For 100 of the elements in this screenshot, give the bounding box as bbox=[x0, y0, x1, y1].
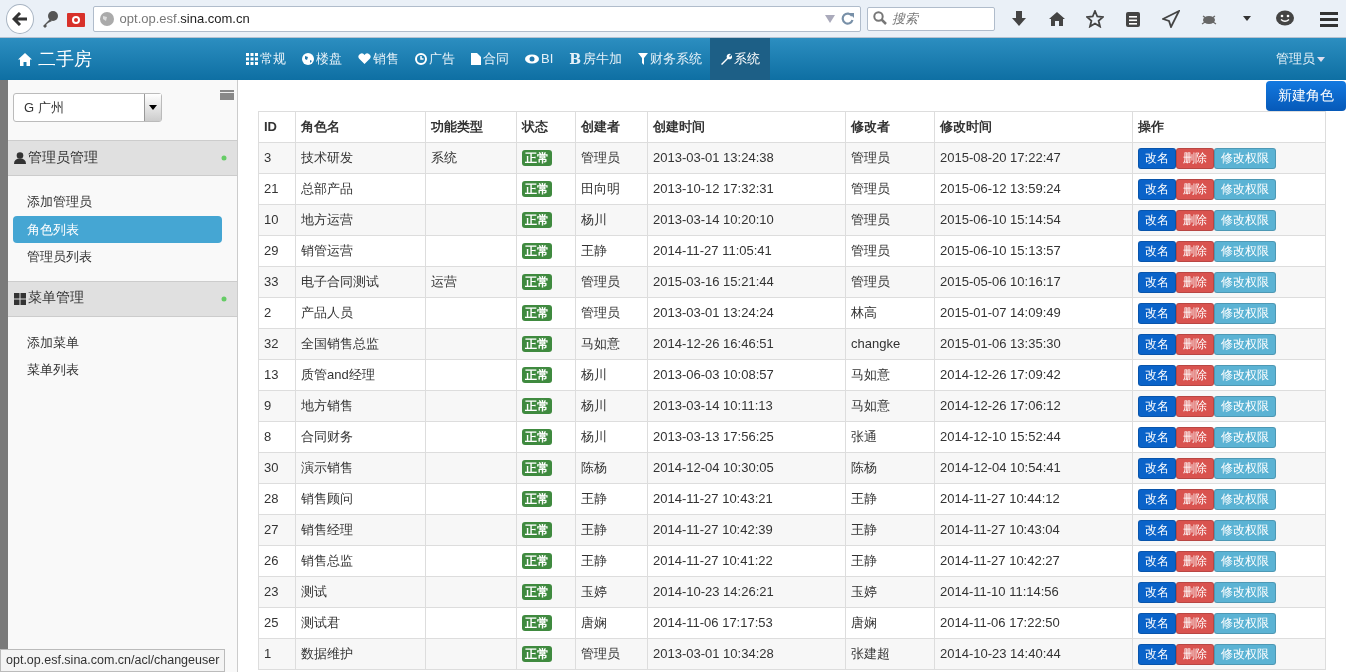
sidebar-item[interactable]: 添加菜单 bbox=[13, 328, 222, 356]
column-header: ID bbox=[258, 111, 296, 143]
rename-button[interactable]: 改名 bbox=[1138, 209, 1176, 231]
edit-permissions-button[interactable]: 修改权限 bbox=[1214, 209, 1276, 231]
city-select[interactable]: G 广州 bbox=[13, 93, 162, 122]
delete-button[interactable]: 删除 bbox=[1176, 209, 1214, 231]
column-header: 状态 bbox=[516, 111, 576, 143]
table-cell: 2015-06-12 13:59:24 bbox=[940, 181, 1061, 197]
rename-button[interactable]: 改名 bbox=[1138, 581, 1176, 603]
clipboard-list-icon bbox=[1124, 9, 1141, 28]
table-cell: 玉婷 bbox=[581, 584, 607, 600]
edit-permissions-button[interactable]: 修改权限 bbox=[1214, 643, 1276, 665]
nav-tab[interactable]: 常规 bbox=[238, 38, 294, 80]
address-bar[interactable]: opt.op.esf.sina.com.cn bbox=[92, 5, 861, 32]
status-badge: 正常 bbox=[522, 491, 552, 508]
bookmark-star-icon[interactable] bbox=[1083, 7, 1106, 30]
edit-permissions-button[interactable]: 修改权限 bbox=[1214, 519, 1276, 541]
search-field[interactable]: 搜索 bbox=[867, 6, 995, 31]
delete-button[interactable]: 删除 bbox=[1176, 519, 1214, 541]
rename-button[interactable]: 改名 bbox=[1138, 178, 1176, 200]
edit-permissions-button[interactable]: 修改权限 bbox=[1214, 581, 1276, 603]
rename-button[interactable]: 改名 bbox=[1138, 519, 1176, 541]
section-header[interactable]: 管理员管理 bbox=[8, 140, 237, 176]
user-menu[interactable]: 管理员 bbox=[1268, 38, 1333, 80]
sidebar-item[interactable]: 菜单列表 bbox=[13, 356, 222, 384]
download-arrow-icon bbox=[1010, 10, 1027, 27]
delete-button[interactable]: 删除 bbox=[1176, 612, 1214, 634]
table-cell: 2015-06-10 15:14:54 bbox=[940, 212, 1061, 228]
table-cell: 地方运营 bbox=[301, 212, 353, 228]
status-badge: 正常 bbox=[522, 367, 552, 384]
delete-button[interactable]: 删除 bbox=[1176, 271, 1214, 293]
delete-button[interactable]: 删除 bbox=[1176, 302, 1214, 324]
delete-button[interactable]: 删除 bbox=[1176, 364, 1214, 386]
rename-button[interactable]: 改名 bbox=[1138, 271, 1176, 293]
rename-button[interactable]: 改名 bbox=[1138, 426, 1176, 448]
nav-tab[interactable]: 楼盘 bbox=[294, 38, 350, 80]
edit-permissions-button[interactable]: 修改权限 bbox=[1214, 550, 1276, 572]
dropdown-triangle-icon bbox=[825, 14, 835, 23]
edit-permissions-button[interactable]: 修改权限 bbox=[1214, 178, 1276, 200]
delete-button[interactable]: 删除 bbox=[1176, 147, 1214, 169]
delete-button[interactable]: 删除 bbox=[1176, 178, 1214, 200]
rename-button[interactable]: 改名 bbox=[1138, 147, 1176, 169]
edit-permissions-button[interactable]: 修改权限 bbox=[1214, 488, 1276, 510]
rename-button[interactable]: 改名 bbox=[1138, 643, 1176, 665]
edit-permissions-button[interactable]: 修改权限 bbox=[1214, 240, 1276, 262]
delete-button[interactable]: 删除 bbox=[1176, 240, 1214, 262]
table-cell: 2014-12-04 10:54:41 bbox=[940, 460, 1061, 476]
edit-permissions-button[interactable]: 修改权限 bbox=[1214, 612, 1276, 634]
rename-button[interactable]: 改名 bbox=[1138, 395, 1176, 417]
edit-permissions-button[interactable]: 修改权限 bbox=[1214, 364, 1276, 386]
table-cell: 管理员 bbox=[851, 212, 890, 228]
sidebar-item[interactable]: 添加管理员 bbox=[13, 188, 222, 216]
edit-permissions-button[interactable]: 修改权限 bbox=[1214, 395, 1276, 417]
status-bar-url: opt.op.esf.sina.com.cn/acl/changeuser bbox=[0, 649, 226, 672]
edit-permissions-button[interactable]: 修改权限 bbox=[1214, 147, 1276, 169]
delete-button[interactable]: 删除 bbox=[1176, 581, 1214, 603]
rename-button[interactable]: 改名 bbox=[1138, 364, 1176, 386]
table-cell: 技术研发 bbox=[301, 150, 353, 166]
nav-tab[interactable]: 销售 bbox=[350, 38, 407, 80]
table-cell: 销售顾问 bbox=[301, 491, 353, 507]
send-icon[interactable] bbox=[1159, 7, 1182, 30]
table-cell: 2014-11-10 11:14:56 bbox=[940, 584, 1059, 600]
delete-button[interactable]: 删除 bbox=[1176, 426, 1214, 448]
rename-button[interactable]: 改名 bbox=[1138, 550, 1176, 572]
sidebar-item[interactable]: 角色列表 bbox=[13, 215, 222, 243]
rename-button[interactable]: 改名 bbox=[1138, 457, 1176, 479]
edit-permissions-button[interactable]: 修改权限 bbox=[1214, 302, 1276, 324]
edit-permissions-button[interactable]: 修改权限 bbox=[1214, 271, 1276, 293]
nav-tab[interactable]: 系统 bbox=[710, 38, 771, 80]
brand-link[interactable]: 二手房 bbox=[0, 45, 238, 73]
table-cell: 2014-11-27 11:05:41 bbox=[653, 243, 772, 259]
edit-permissions-button[interactable]: 修改权限 bbox=[1214, 457, 1276, 479]
nav-tab[interactable]: 广告 bbox=[407, 38, 463, 80]
nav-tab[interactable]: BI bbox=[517, 38, 562, 80]
nav-tab[interactable]: 财务系统 bbox=[630, 38, 711, 80]
delete-button[interactable]: 删除 bbox=[1176, 550, 1214, 572]
table-cell: 销售总监 bbox=[301, 553, 353, 569]
delete-button[interactable]: 删除 bbox=[1176, 643, 1214, 665]
rename-button[interactable]: 改名 bbox=[1138, 240, 1176, 262]
nav-tab[interactable]: 合同 bbox=[463, 38, 517, 80]
edit-permissions-button[interactable]: 修改权限 bbox=[1214, 333, 1276, 355]
rename-button[interactable]: 改名 bbox=[1138, 488, 1176, 510]
delete-button[interactable]: 删除 bbox=[1176, 395, 1214, 417]
status-badge: 正常 bbox=[522, 336, 552, 353]
table-cell: 2014-12-26 17:06:12 bbox=[940, 398, 1061, 414]
status-dot-icon bbox=[221, 155, 227, 161]
rename-button[interactable]: 改名 bbox=[1138, 302, 1176, 324]
new-role-button[interactable]: 新建角色 bbox=[1266, 81, 1346, 111]
rename-button[interactable]: 改名 bbox=[1138, 612, 1176, 634]
edit-permissions-button[interactable]: 修改权限 bbox=[1214, 426, 1276, 448]
delete-button[interactable]: 删除 bbox=[1176, 488, 1214, 510]
back-button[interactable] bbox=[6, 3, 34, 34]
sidebar-item[interactable]: 管理员列表 bbox=[13, 243, 222, 271]
reload-icon bbox=[841, 12, 854, 25]
table-cell: 30 bbox=[264, 460, 279, 476]
delete-button[interactable]: 删除 bbox=[1176, 333, 1214, 355]
rename-button[interactable]: 改名 bbox=[1138, 333, 1176, 355]
nav-tab[interactable]: B房牛加 bbox=[561, 38, 631, 80]
delete-button[interactable]: 删除 bbox=[1176, 457, 1214, 479]
section-header[interactable]: 菜单管理 bbox=[8, 280, 237, 317]
